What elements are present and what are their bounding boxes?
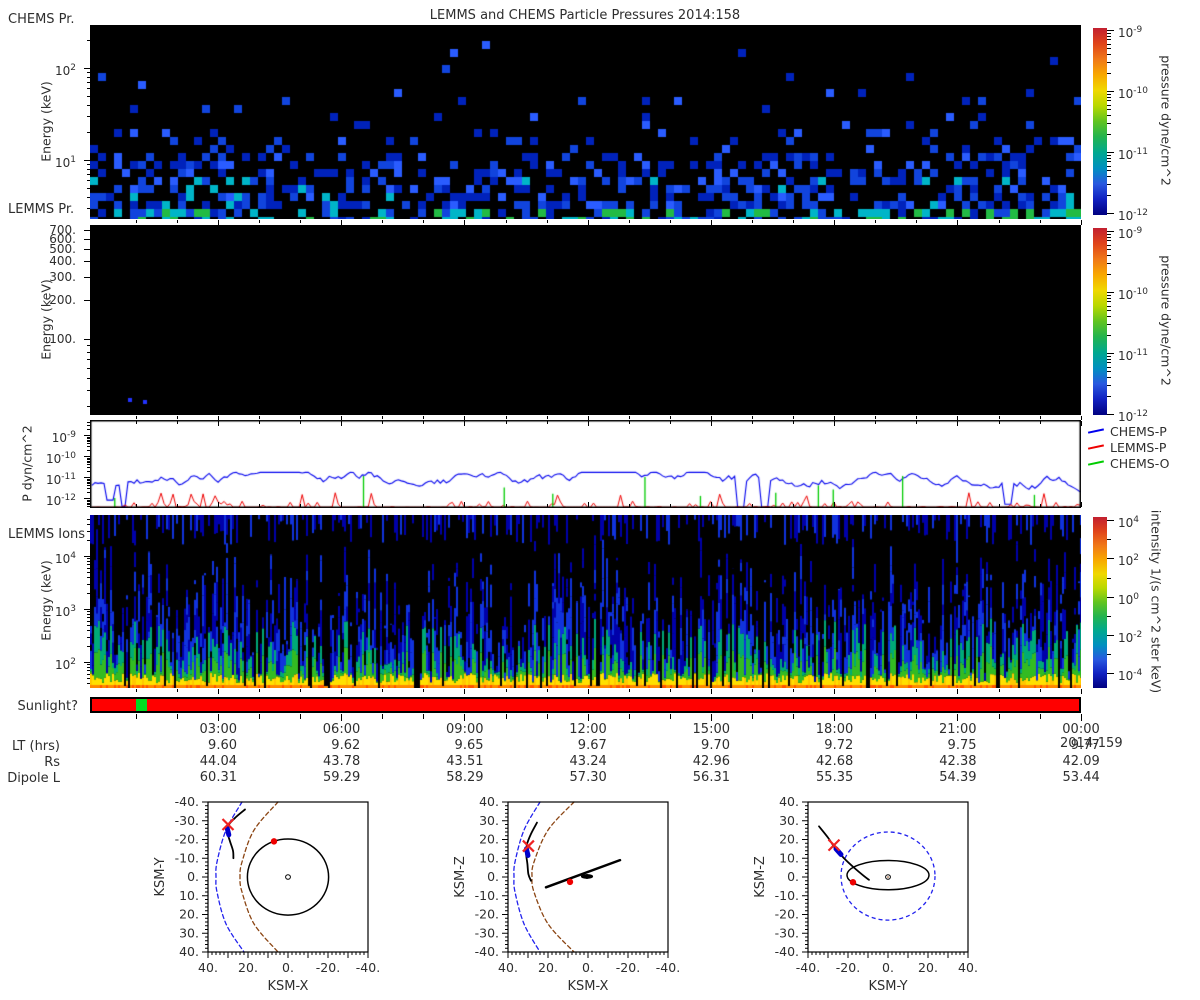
time-tick-label: 09:00 (446, 722, 484, 737)
titan-position (849, 879, 857, 886)
time-tick-label: 12:00 (569, 722, 607, 737)
lt-value: 9.65 (454, 738, 484, 753)
bow-shock (531, 801, 575, 953)
x-tick-label: -20. (616, 960, 640, 975)
titan-position (566, 878, 574, 886)
time-tick-label: 06:00 (322, 722, 361, 737)
y-tick-label: 30. (179, 925, 199, 940)
y-tick-label: 20. (779, 832, 799, 847)
y-tick-label: -30. (775, 925, 799, 940)
y-tick-label: 30. (479, 813, 499, 828)
x-tick-label: 0. (882, 960, 894, 975)
x-tick-label: -40. (656, 960, 680, 975)
lt-value: 9.62 (331, 738, 361, 753)
y-tick-label: 10. (479, 850, 499, 865)
y-tick-label: -40. (475, 944, 499, 959)
y-tick-label: 20. (179, 907, 199, 922)
x-axis-label: KSM-X (268, 979, 309, 994)
current-day-segment (224, 825, 232, 838)
x-tick-label: -40. (356, 960, 380, 975)
titan-orbit-edge-on (544, 858, 622, 889)
titan-position (270, 838, 278, 845)
y-tick-label: 10. (179, 888, 199, 903)
lt-value: 9.72 (824, 738, 854, 753)
y-tick-label: 0. (187, 869, 199, 884)
orbit-plot-ksmx-ksmz: 40. 20. 0. -20. -40.40.30.20.10.0.-10.-20.-3… (453, 794, 680, 994)
rs-value: 42.09 (1062, 754, 1100, 769)
y-tick-label: -40. (175, 794, 199, 809)
y-tick-label: -20. (775, 907, 799, 922)
plot-box (207, 801, 369, 953)
rs-value: 42.96 (692, 754, 730, 769)
x-tick-label: -20. (836, 960, 860, 975)
x-tick-label: 20. (538, 960, 558, 975)
y-tick-label: -30. (475, 925, 499, 940)
x-tick-label: 0. (582, 960, 594, 975)
dipole-l-value: 55.35 (816, 770, 854, 785)
y-tick-label: -40. (775, 944, 799, 959)
y-tick-label: 0. (787, 869, 799, 884)
dipole-l-value: 57.30 (569, 770, 607, 785)
y-tick-label: 10. (779, 850, 799, 865)
saturn-rings (580, 874, 594, 879)
x-tick-label: 40. (198, 960, 218, 975)
dipole-l-value: 59.29 (323, 770, 361, 785)
lt-value: 9.75 (947, 738, 977, 753)
y-tick-label: -20. (175, 832, 199, 847)
rs-value: 43.24 (569, 754, 607, 769)
dipole-l-value: 60.31 (199, 770, 237, 785)
trajectory (818, 825, 870, 881)
dipole-l-value: 54.39 (939, 770, 977, 785)
figure-root: LEMMS and CHEMS Particle Pressures 2014:… (0, 0, 1200, 1000)
y-tick-label: 0. (487, 869, 499, 884)
x-tick-label: 0. (282, 960, 294, 975)
y-tick-label: -10. (775, 888, 799, 903)
magnetopause (840, 831, 936, 921)
rs-value: 42.38 (939, 754, 977, 769)
rs-value: 42.68 (816, 754, 854, 769)
x-tick-label: 40. (958, 960, 978, 975)
x-axis-label: KSM-Y (868, 979, 907, 994)
y-tick-label: 40. (779, 794, 799, 809)
x-axis-label: KSM-X (568, 979, 609, 994)
x-tick-label: 20. (238, 960, 258, 975)
y-tick-label: -10. (175, 850, 199, 865)
lt-value: 9.60 (208, 738, 237, 753)
time-tick-label: 00:00 (1062, 722, 1100, 737)
saturn-center (887, 876, 889, 878)
orbit-plot-ksmy-ksmz: -40. -20. 0. 20. 40. 40. 30. 20. 10. 0. -10. -20. -3… (753, 794, 978, 994)
y-tick-label: 40. (179, 944, 199, 959)
y-axis-label: KSM-Z (753, 856, 768, 898)
dipole-l-value: 58.29 (446, 770, 484, 785)
rs-value: 43.51 (446, 754, 484, 769)
titan-orbit (246, 838, 330, 916)
lt-value: 9.67 (577, 738, 607, 753)
orbit-plot-ksmx-ksmy: 40. 20. 0. -20. -40. -40. -30. -20. -10. 0. 10. 20.… (153, 794, 380, 994)
current-day-segment (523, 846, 531, 858)
y-tick-label: -30. (175, 813, 199, 828)
dipole-l-value: 53.44 (1062, 770, 1100, 785)
y-tick-label: -20. (475, 907, 499, 922)
date-label: 2014-159 (1060, 736, 1123, 751)
rs-value: 43.78 (323, 754, 361, 769)
saturn (285, 874, 291, 880)
bow-shock (239, 801, 279, 953)
y-tick-label: 30. (779, 813, 799, 828)
x-tick-label: 40. (498, 960, 518, 975)
time-tick-label: 21:00 (939, 722, 977, 737)
time-tick-label: 03:00 (199, 722, 237, 737)
time-tick-label: 18:00 (815, 722, 854, 737)
rs-value: 44.04 (199, 754, 237, 769)
y-tick-label: 40. (479, 794, 499, 809)
y-tick-label: -10. (475, 888, 499, 903)
y-axis-label: KSM-Z (453, 856, 468, 898)
lt-value: 9.70 (701, 738, 730, 753)
y-axis-label: KSM-Y (153, 857, 168, 896)
time-tick-label: 15:00 (692, 722, 730, 737)
x-tick-label: -20. (316, 960, 340, 975)
y-tick-label: 20. (479, 832, 499, 847)
x-tick-label: -40. (796, 960, 820, 975)
dipole-l-value: 56.31 (692, 770, 730, 785)
x-tick-label: 20. (918, 960, 938, 975)
